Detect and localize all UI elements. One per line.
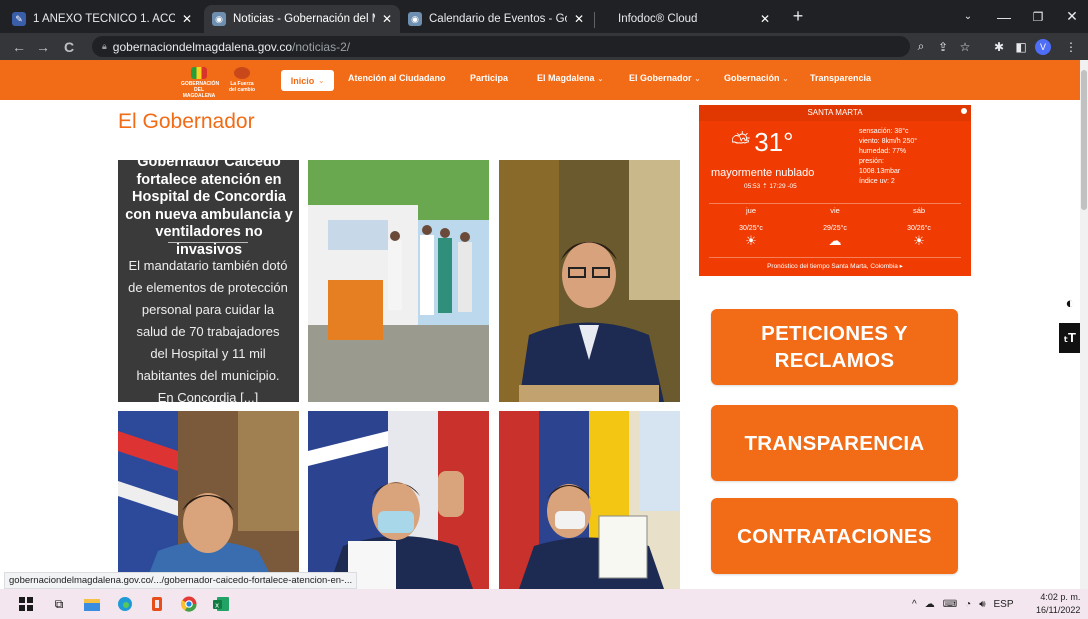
browser-tab-strip: ✎ 1 ANEXO TÉCNICO 1. ACCESIBILI ✕ ◉ Noti… — [0, 0, 1088, 33]
news-excerpt: El mandatario también dotó de elementos … — [128, 258, 288, 402]
side-panel-icon[interactable]: ◧ — [1010, 33, 1032, 60]
menu-kebab-icon[interactable]: ⋮ — [1060, 33, 1082, 60]
page-viewport: GOBERNACIÓN DEL MAGDALENA La Fuerza del … — [0, 60, 1080, 589]
close-tab-icon[interactable]: ✕ — [382, 12, 392, 26]
nav-inicio[interactable]: Inicio ⌄ — [281, 70, 334, 91]
divider — [168, 242, 248, 243]
rain-sun-icon: ☀︎ — [913, 233, 925, 248]
bookmark-star-icon[interactable]: ☆ — [954, 33, 976, 60]
close-tab-icon[interactable]: ✕ — [574, 12, 584, 26]
news-photo-governor-portrait[interactable] — [499, 160, 680, 402]
taskbar-clock[interactable]: 4:02 p. m. 16/11/2022 — [1036, 591, 1080, 617]
page-scrollbar[interactable] — [1080, 60, 1088, 589]
cloud-sun-icon: ⛅︎ — [731, 128, 751, 156]
chevron-down-icon: ⌄ — [694, 76, 701, 83]
weather-city: SANTA MARTA — [699, 105, 971, 121]
lock-icon: 🔒︎ — [102, 41, 107, 51]
chevron-down-icon: ⌄ — [782, 76, 789, 83]
nav-participa[interactable]: Participa — [470, 73, 508, 83]
forward-icon[interactable]: → — [32, 33, 54, 60]
edge-icon[interactable] — [116, 595, 134, 613]
rain-sun-icon: ☀︎ — [745, 233, 757, 248]
svg-text:x: x — [215, 602, 219, 610]
new-tab-button[interactable]: + — [780, 0, 816, 33]
weather-dot-icon — [961, 108, 967, 114]
featured-news-card[interactable]: Gobernador Caicedo fortalece atención en… — [118, 160, 299, 402]
file-explorer-icon[interactable] — [83, 595, 101, 613]
excel-icon[interactable]: x — [212, 595, 230, 613]
restore-icon[interactable]: ❐ — [1020, 0, 1056, 33]
nav-transparencia[interactable]: Transparencia — [810, 73, 871, 83]
language-indicator[interactable]: ESP — [994, 599, 1014, 610]
tab-anexo[interactable]: ✎ 1 ANEXO TÉCNICO 1. ACCESIBILI ✕ — [4, 5, 200, 33]
chevron-up-icon[interactable]: ^ — [912, 599, 917, 610]
gov-logo-icon: ◉ — [408, 12, 422, 26]
peticiones-reclamos-button[interactable]: PETICIONES Y RECLAMOS — [711, 309, 958, 385]
volume-icon[interactable]: 🔊︎ — [979, 599, 985, 610]
share-icon[interactable]: ⇪ — [932, 33, 954, 60]
section-title: El Gobernador — [118, 110, 255, 133]
contrast-toggle-icon[interactable]: ◐ — [1059, 288, 1080, 318]
chevron-down-icon: ⌄ — [318, 77, 325, 85]
site-navbar: GOBERNACIÓN DEL MAGDALENA La Fuerza del … — [0, 60, 1080, 100]
chevron-down-icon: ⌄ — [597, 76, 604, 83]
windows-start-icon[interactable] — [17, 595, 35, 613]
office-icon[interactable] — [148, 595, 166, 613]
profile-avatar[interactable]: V — [1032, 33, 1054, 60]
tab-search-icon[interactable]: ⌄ — [950, 0, 986, 33]
weather-current-temp: ⛅︎ 31° — [731, 127, 794, 157]
weather-details: sensación: 38°c viento: 8km/h 250° humed… — [859, 128, 918, 185]
wifi-icon[interactable]: ◔ — [965, 599, 971, 610]
news-photo-governor-seated[interactable] — [118, 411, 299, 589]
minimize-icon[interactable]: — — [986, 0, 1022, 33]
nav-el-magdalena[interactable]: El Magdalena ⌄ — [537, 73, 603, 83]
zoom-icon[interactable]: ⌕ — [910, 33, 932, 60]
reload-icon[interactable]: C — [58, 33, 80, 60]
contrataciones-button[interactable]: CONTRATACIONES — [711, 498, 958, 574]
fuerza-cambio-logo[interactable]: La Fuerza del cambio — [227, 67, 257, 93]
back-icon[interactable]: ← — [8, 33, 30, 60]
windows-taskbar: ⧉ x ^ ☁︎ ⌨︎ ◔ 🔊︎ ESP 4:02 p. m. 16/11/20… — [0, 589, 1088, 619]
status-bar-url: gobernaciondelmagdalena.gov.co/.../gober… — [4, 572, 358, 589]
nav-atencion[interactable]: Atención al Ciudadano — [348, 73, 446, 83]
weather-condition: mayormente nublado — [711, 167, 815, 179]
system-tray: ^ ☁︎ ⌨︎ ◔ 🔊︎ ESP — [912, 589, 1014, 619]
tab-infodoc[interactable]: Infodoc® Cloud ✕ — [598, 5, 778, 33]
forecast-day: vie 29/25°c ☁︎ — [793, 206, 877, 249]
nav-gobernacion[interactable]: Gobernación ⌄ — [724, 73, 788, 83]
extensions-icon[interactable]: ✱ — [988, 33, 1010, 60]
text-size-icon[interactable]: ₜT — [1059, 323, 1080, 353]
weather-forecast: jue 30/25°c ☀︎ vie 29/25°c ☁︎ sáb 30/26°… — [709, 203, 961, 258]
document-icon: ✎ — [12, 12, 26, 26]
task-view-icon[interactable]: ⧉ — [50, 595, 68, 613]
keyboard-icon[interactable]: ⌨︎ — [943, 599, 957, 610]
close-tab-icon[interactable]: ✕ — [760, 12, 770, 26]
news-headline[interactable]: Gobernador Caicedo fortalece atención en… — [124, 160, 294, 259]
tab-noticias[interactable]: ◉ Noticias - Gobernación del Magd ✕ — [204, 5, 400, 33]
gobernacion-logo[interactable]: GOBERNACIÓN DEL MAGDALENA — [181, 67, 219, 99]
forecast-day: jue 30/25°c ☀︎ — [709, 206, 793, 249]
gov-logo-icon: ◉ — [212, 12, 226, 26]
weather-footer-link[interactable]: Pronóstico del tiempo Santa Marta, Colom… — [699, 262, 971, 270]
news-photo-ambulance[interactable] — [308, 160, 489, 402]
forecast-day: sáb 30/26°c ☀︎ — [877, 206, 961, 249]
news-photo-signed-document[interactable] — [499, 411, 680, 589]
close-tab-icon[interactable]: ✕ — [182, 12, 192, 26]
onedrive-icon[interactable]: ☁︎ — [925, 599, 935, 610]
transparencia-button[interactable]: TRANSPARENCIA — [711, 405, 958, 481]
rain-cloud-icon: ☁︎ — [828, 233, 842, 248]
news-photo-governor-document[interactable] — [308, 411, 489, 589]
url-bar[interactable]: 🔒︎ gobernaciondelmagdalena.gov.co/notici… — [92, 36, 910, 57]
weather-widget[interactable]: SANTA MARTA ⛅︎ 31° mayormente nublado 05… — [699, 105, 971, 276]
close-window-icon[interactable]: ✕ — [1054, 0, 1088, 33]
chrome-icon[interactable] — [180, 595, 198, 613]
address-toolbar: ← → C 🔒︎ gobernaciondelmagdalena.gov.co /… — [0, 33, 1088, 60]
tab-calendario[interactable]: ◉ Calendario de Eventos - Gobern ✕ — [400, 5, 592, 33]
nav-el-gobernador[interactable]: El Gobernador ⌄ — [629, 73, 700, 83]
weather-sun-times: 05:53 ⇡ 17:29 -05 — [744, 183, 797, 190]
